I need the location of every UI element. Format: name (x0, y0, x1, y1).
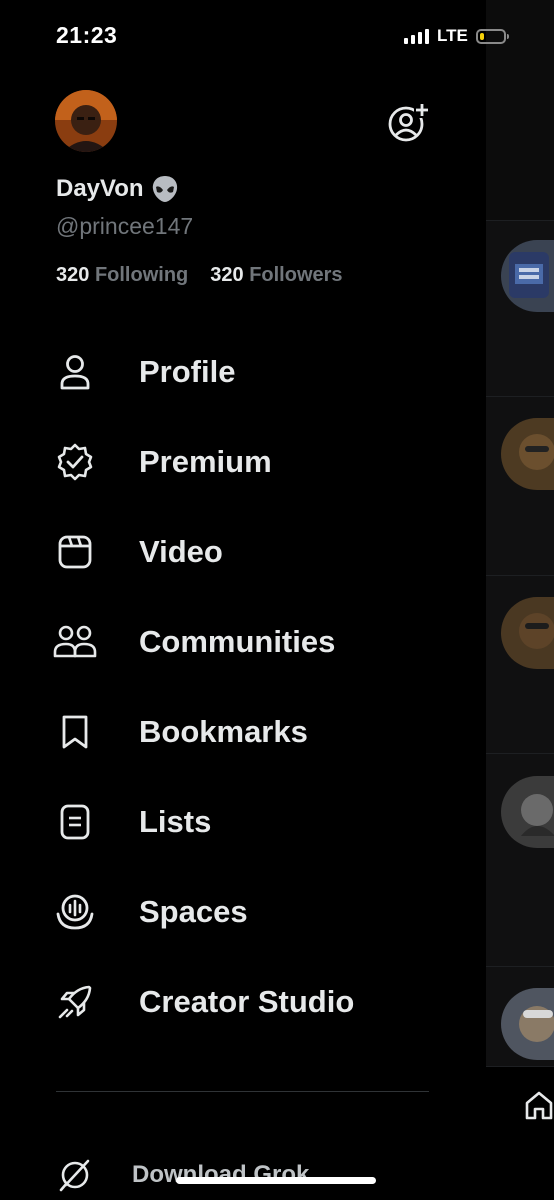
rocket-icon (50, 977, 100, 1027)
menu-label: Video (139, 534, 223, 569)
menu-item-lists[interactable]: Lists (50, 787, 470, 857)
feed-divider (486, 966, 554, 967)
status-indicators: LTE (404, 26, 509, 46)
feed-avatar[interactable] (501, 988, 554, 1060)
verified-badge-icon (50, 437, 100, 487)
menu-label: Spaces (139, 894, 248, 929)
menu-label: Lists (139, 804, 212, 839)
background-feed (486, 0, 554, 1200)
followers-label: Followers (249, 264, 343, 286)
follow-stats: 320 Following 320 Followers (56, 264, 343, 287)
following-count: 320 (56, 264, 90, 286)
feed-divider (486, 220, 554, 221)
menu-item-profile[interactable]: Profile (50, 337, 470, 407)
video-icon (50, 527, 100, 577)
signal-icon (404, 28, 429, 44)
menu-label: Premium (139, 444, 272, 479)
avatar[interactable] (55, 90, 117, 152)
feed-avatar[interactable] (501, 597, 554, 669)
feed-divider (486, 753, 554, 754)
user-handle: @princee147 (56, 213, 194, 239)
feed-avatar[interactable] (501, 418, 554, 490)
grok-icon (50, 1150, 100, 1200)
bookmark-icon (50, 707, 100, 757)
display-name[interactable]: DayVon (56, 174, 180, 204)
display-name-text: DayVon (56, 175, 144, 202)
network-label: LTE (437, 26, 468, 45)
battery-icon (475, 28, 509, 44)
following-label: Following (94, 264, 189, 286)
menu-item-video[interactable]: Video (50, 517, 470, 587)
download-grok-label: Download Grok (132, 1161, 310, 1188)
followers-count: 320 (210, 264, 244, 286)
communities-icon (50, 617, 100, 667)
feed-divider (486, 575, 554, 576)
following-link[interactable]: 320 Following (56, 264, 188, 287)
download-grok-button[interactable]: Download Grok (50, 1150, 470, 1200)
feed-tab-bar (486, 1066, 554, 1200)
menu-item-bookmarks[interactable]: Bookmarks (50, 697, 470, 767)
list-icon (50, 797, 100, 847)
feed-avatar[interactable] (501, 776, 554, 848)
add-account-icon (388, 102, 430, 142)
menu-label: Profile (139, 354, 236, 389)
menu-item-creator-studio[interactable]: Creator Studio (50, 967, 470, 1037)
add-account-button[interactable] (386, 101, 430, 145)
person-icon (50, 347, 100, 397)
status-time: 21:23 (56, 22, 118, 48)
followers-link[interactable]: 320 Followers (210, 264, 342, 287)
spaces-icon (50, 887, 100, 937)
menu-item-communities[interactable]: Communities (50, 607, 470, 677)
feed-avatar[interactable] (501, 240, 554, 312)
feed-divider (486, 396, 554, 397)
menu-label: Communities (139, 624, 336, 659)
menu-item-spaces[interactable]: Spaces (50, 877, 470, 947)
alien-emoji-icon (150, 174, 180, 204)
menu-label: Creator Studio (139, 984, 355, 1019)
home-indicator[interactable] (176, 1177, 376, 1184)
menu-label: Bookmarks (139, 714, 308, 749)
menu-divider (56, 1091, 429, 1092)
home-icon[interactable] (522, 1088, 554, 1127)
menu-item-premium[interactable]: Premium (50, 427, 470, 497)
